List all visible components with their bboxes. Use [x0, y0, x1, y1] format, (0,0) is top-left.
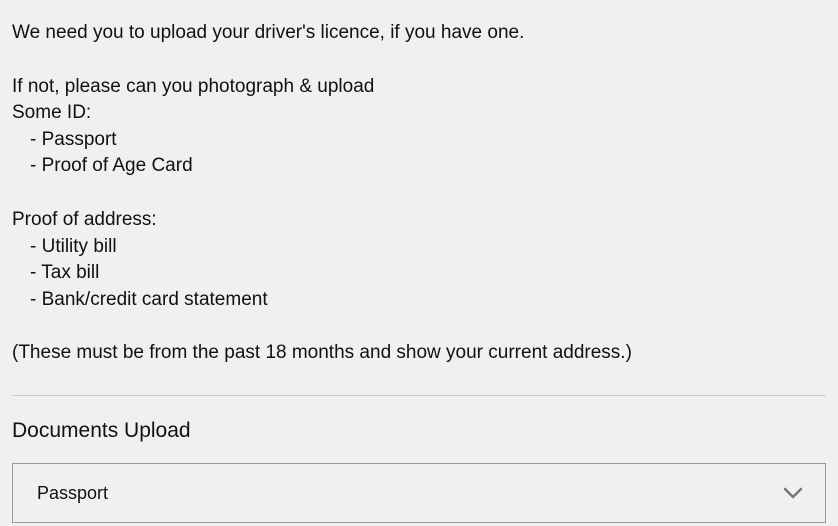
id-item: - Passport: [12, 127, 826, 154]
address-item: - Bank/credit card statement: [12, 287, 826, 314]
document-type-select[interactable]: Passport: [12, 463, 826, 523]
instruction-line-2: If not, please can you photograph & uplo…: [12, 74, 826, 101]
instruction-note: (These must be from the past 18 months a…: [12, 340, 826, 367]
some-id-label: Some ID:: [12, 100, 826, 127]
address-item: - Tax bill: [12, 260, 826, 287]
id-item: - Proof of Age Card: [12, 153, 826, 180]
select-value: Passport: [37, 481, 108, 506]
section-divider: [12, 395, 826, 396]
chevron-down-icon: [783, 487, 803, 499]
instruction-line-1: We need you to upload your driver's lice…: [12, 20, 826, 47]
upload-section-title: Documents Upload: [12, 416, 826, 445]
instructions-block: We need you to upload your driver's lice…: [12, 20, 826, 367]
proof-address-label: Proof of address:: [12, 207, 826, 234]
upload-section: Documents Upload Passport: [12, 416, 826, 523]
address-item: - Utility bill: [12, 234, 826, 261]
